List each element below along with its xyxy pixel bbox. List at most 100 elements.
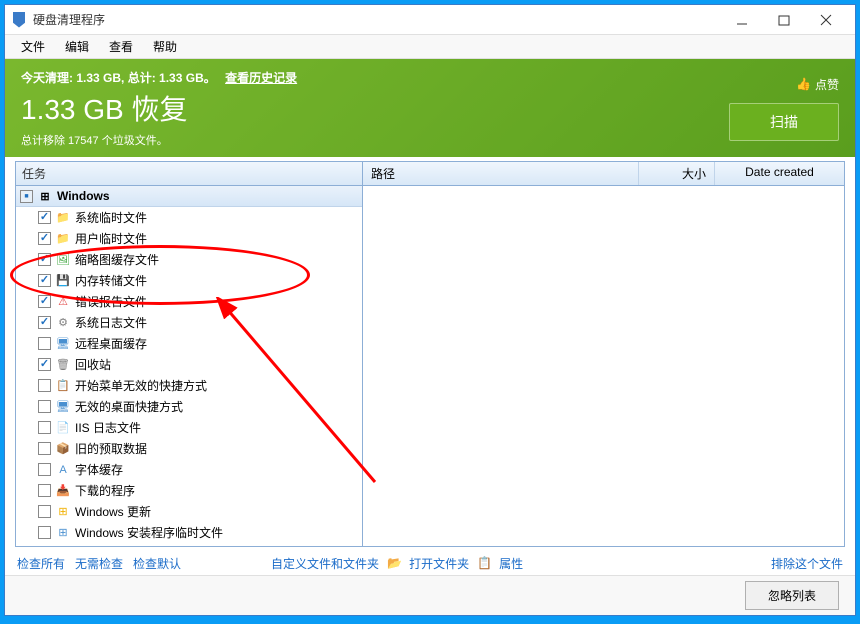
menu-view[interactable]: 查看 — [99, 35, 143, 58]
col-path[interactable]: 路径 — [363, 162, 638, 185]
tree-item[interactable]: 📥下载的程序 — [16, 480, 362, 501]
tree-item[interactable]: ⚙系统日志文件 — [16, 312, 362, 333]
col-date[interactable]: Date created — [714, 162, 844, 185]
item-checkbox[interactable] — [38, 337, 51, 350]
check-all-link[interactable]: 检查所有 — [17, 555, 65, 572]
tree-item[interactable]: 🖥无效的桌面快捷方式 — [16, 396, 362, 417]
ignore-list-button[interactable]: 忽略列表 — [745, 581, 839, 610]
menubar: 文件 编辑 查看 帮助 — [5, 35, 855, 59]
tree-item[interactable]: 📦旧的预取数据 — [16, 438, 362, 459]
item-label: 无效的桌面快捷方式 — [75, 398, 183, 415]
item-icon: ⊞ — [55, 525, 71, 541]
item-icon: ⊞ — [55, 504, 71, 520]
item-label: Windows 更新 — [75, 503, 151, 520]
item-checkbox[interactable] — [38, 484, 51, 497]
item-icon: 🖥 — [55, 399, 71, 415]
item-checkbox[interactable] — [38, 463, 51, 476]
content-area: 任务 ⊞ Windows 📁系统临时文件📁用户临时文件🖼缩略图缓存文件💾内存转储… — [5, 157, 855, 551]
removed-count: 总计移除 17547 个垃圾文件。 — [21, 132, 729, 148]
item-label: 系统临时文件 — [75, 209, 147, 226]
tree-item[interactable]: ⊞Windows 更新 — [16, 501, 362, 522]
item-icon: 💾 — [55, 273, 71, 289]
today-summary: 今天清理: 1.33 GB, 总计: 1.33 GB。 查看历史记录 — [21, 69, 729, 86]
item-icon: 🖥 — [55, 336, 71, 352]
file-list-header: 路径 大小 Date created — [363, 162, 844, 186]
item-checkbox[interactable] — [38, 316, 51, 329]
history-link[interactable]: 查看历史记录 — [225, 71, 297, 85]
tree-item[interactable]: 📁系统临时文件 — [16, 207, 362, 228]
maximize-button[interactable] — [763, 6, 805, 34]
tree-group-windows[interactable]: ⊞ Windows — [16, 186, 362, 207]
col-size[interactable]: 大小 — [638, 162, 714, 185]
open-folder-link[interactable]: 打开文件夹 — [409, 555, 469, 572]
properties-link[interactable]: 属性 — [499, 555, 523, 572]
item-checkbox[interactable] — [38, 421, 51, 434]
item-icon: A — [55, 462, 71, 478]
item-checkbox[interactable] — [38, 442, 51, 455]
item-checkbox[interactable] — [38, 358, 51, 371]
item-label: 回收站 — [75, 356, 111, 373]
item-checkbox[interactable] — [38, 400, 51, 413]
task-tree[interactable]: ⊞ Windows 📁系统临时文件📁用户临时文件🖼缩略图缓存文件💾内存转储文件⚠… — [16, 186, 362, 546]
custom-folders-link[interactable]: 自定义文件和文件夹 — [271, 555, 379, 572]
menu-edit[interactable]: 编辑 — [55, 35, 99, 58]
item-icon: 🗑 — [55, 357, 71, 373]
tree-item[interactable]: 📋开始菜单无效的快捷方式 — [16, 375, 362, 396]
item-label: 系统日志文件 — [75, 314, 147, 331]
like-button[interactable]: 👍 点赞 — [796, 76, 839, 93]
item-label: 字体缓存 — [75, 461, 123, 478]
item-label: 用户临时文件 — [75, 230, 147, 247]
item-label: 内存转储文件 — [75, 272, 147, 289]
recovered-size: 1.33 GB 恢复 — [21, 88, 729, 128]
app-logo-icon — [13, 12, 25, 28]
item-checkbox[interactable] — [38, 526, 51, 539]
group-checkbox[interactable] — [20, 190, 33, 203]
item-label: 错误报告文件 — [75, 293, 147, 310]
tree-item[interactable]: ⚠错误报告文件 — [16, 291, 362, 312]
item-checkbox[interactable] — [38, 505, 51, 518]
task-header: 任务 — [16, 162, 362, 186]
menu-file[interactable]: 文件 — [11, 35, 55, 58]
tree-item[interactable]: 📁用户临时文件 — [16, 228, 362, 249]
uncheck-link[interactable]: 无需检查 — [75, 555, 123, 572]
item-label: 远程桌面缓存 — [75, 335, 147, 352]
item-label: Windows 安装程序临时文件 — [75, 524, 223, 541]
scan-button[interactable]: 扫描 — [729, 103, 839, 141]
item-icon: ⚙ — [55, 315, 71, 331]
item-icon: 📁 — [55, 231, 71, 247]
folder-open-icon: 📂 — [387, 556, 401, 570]
banner: 今天清理: 1.33 GB, 总计: 1.33 GB。 查看历史记录 1.33 … — [5, 59, 855, 157]
item-label: 缩略图缓存文件 — [75, 251, 159, 268]
item-checkbox[interactable] — [38, 379, 51, 392]
footer-links: 检查所有 无需检查 检查默认 自定义文件和文件夹 📂 打开文件夹 📋 属性 排除… — [5, 551, 855, 575]
tree-item[interactable]: A字体缓存 — [16, 459, 362, 480]
item-label: 下载的程序 — [75, 482, 135, 499]
window-title: 硬盘清理程序 — [33, 11, 721, 28]
item-label: 开始菜单无效的快捷方式 — [75, 377, 207, 394]
item-checkbox[interactable] — [38, 253, 51, 266]
item-checkbox[interactable] — [38, 295, 51, 308]
thumbs-up-icon: 👍 — [796, 77, 811, 91]
item-checkbox[interactable] — [38, 211, 51, 224]
item-icon: 📁 — [55, 210, 71, 226]
footer-bottom: 忽略列表 — [5, 575, 855, 615]
item-icon: 📦 — [55, 441, 71, 457]
check-default-link[interactable]: 检查默认 — [133, 555, 181, 572]
tree-item[interactable]: 💾内存转储文件 — [16, 270, 362, 291]
tree-item[interactable]: 🗑回收站 — [16, 354, 362, 375]
file-list-panel: 路径 大小 Date created — [363, 161, 845, 547]
menu-help[interactable]: 帮助 — [143, 35, 187, 58]
file-list-body — [363, 186, 844, 546]
tree-item[interactable]: 🖼缩略图缓存文件 — [16, 249, 362, 270]
tree-item[interactable]: 📄IIS 日志文件 — [16, 417, 362, 438]
item-checkbox[interactable] — [38, 274, 51, 287]
exclude-link[interactable]: 排除这个文件 — [771, 555, 843, 572]
item-label: IIS 日志文件 — [75, 419, 141, 436]
item-checkbox[interactable] — [38, 232, 51, 245]
properties-icon: 📋 — [477, 556, 491, 570]
close-button[interactable] — [805, 6, 847, 34]
item-icon: 📋 — [55, 378, 71, 394]
tree-item[interactable]: ⊞Windows 安装程序临时文件 — [16, 522, 362, 543]
tree-item[interactable]: 🖥远程桌面缓存 — [16, 333, 362, 354]
minimize-button[interactable] — [721, 6, 763, 34]
